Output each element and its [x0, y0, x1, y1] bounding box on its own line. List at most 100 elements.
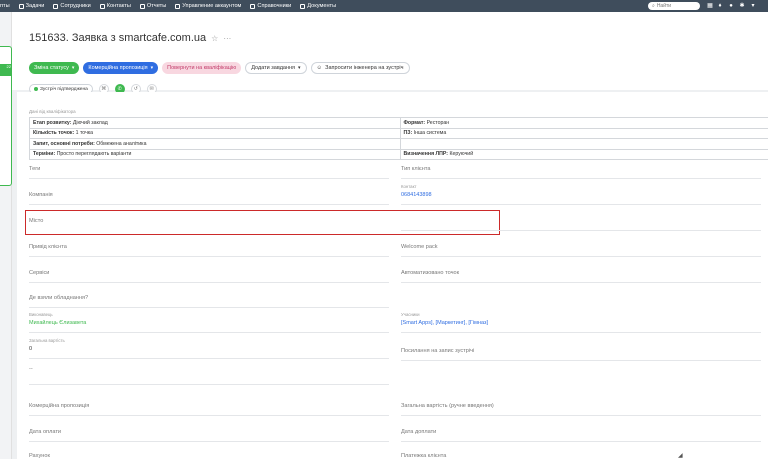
- documents-icon: [300, 3, 306, 9]
- field-label: Welcome pack: [401, 244, 438, 250]
- settings-icon[interactable]: ✱: [739, 3, 745, 9]
- nav-item-reports[interactable]: Отчеты: [139, 3, 167, 9]
- cell-key: Формат:: [403, 119, 426, 126]
- cell-key: ПЗ:: [403, 130, 413, 137]
- return-qualification-button[interactable]: Повернути на кваліфікацію: [162, 62, 242, 74]
- nav-label: Отчеты: [146, 3, 167, 9]
- table-row: Етап розвитку: Діючий заклад Формат: Рес…: [29, 117, 768, 129]
- services-field[interactable]: Сервіси: [29, 270, 49, 276]
- participants-links[interactable]: [Smart Apps], [Маркетинг], [Гімназ]: [401, 320, 488, 326]
- nav-label: Сотрудники: [60, 3, 91, 9]
- extra-field[interactable]: --: [29, 366, 33, 372]
- client-payment-field[interactable]: Платежка клієнта: [401, 453, 446, 459]
- cell-key: Запит, основні потреби:: [33, 140, 95, 147]
- title-row: 151633. Заявка з smartcafe.com.ua ☆ ···: [29, 32, 231, 44]
- divider: [401, 415, 761, 416]
- page-title: 151633. Заявка з smartcafe.com.ua: [29, 32, 207, 44]
- divider: [401, 282, 761, 283]
- divider: [401, 360, 761, 361]
- city-field-highlight: [25, 210, 500, 235]
- table-row: Кількість точок: 1 точка ПЗ: Інша систем…: [29, 127, 768, 139]
- contact-phone-link[interactable]: 0684143898: [401, 192, 432, 198]
- nav-item-account[interactable]: Управление аккаунтом: [175, 3, 241, 9]
- search-input[interactable]: ⌕ Найти: [648, 2, 700, 10]
- employees-icon: [53, 3, 59, 9]
- field-label: Платежка клієнта: [401, 453, 447, 459]
- field-label: Сервіси: [29, 270, 50, 276]
- status-chip-label: Зустріч підтверджена: [40, 86, 88, 92]
- favorite-star-icon[interactable]: ☆: [211, 34, 218, 43]
- equipment-field[interactable]: Де взяли обладнання?: [29, 295, 88, 301]
- nav-label: Справочники: [257, 3, 292, 9]
- total-cost-value: 0: [29, 346, 33, 352]
- commercial-offer-field[interactable]: Комерційна пропозиція: [29, 403, 89, 409]
- more-options-icon[interactable]: ···: [223, 34, 231, 43]
- field-caption: Загальна вартість: [29, 338, 65, 343]
- notifications-icon[interactable]: ♦: [717, 3, 723, 9]
- deal-details-card: Дані від кваліфікатора Етап розвитку: Ді…: [17, 92, 768, 459]
- payment-date-field[interactable]: Дата оплати: [29, 429, 61, 435]
- nav-item-reference[interactable]: Справочники: [250, 3, 291, 9]
- table-cell: Етап розвитку: Діючий заклад: [29, 117, 401, 129]
- cell-value: Просто переглядають варіанти: [56, 151, 132, 158]
- invoice-field[interactable]: Рахунок: [29, 453, 50, 459]
- total-cost-manual-field[interactable]: Загальна вартість (ручне введення): [401, 403, 494, 409]
- chevron-down-icon: ▾: [71, 65, 75, 71]
- client-source-field[interactable]: Привід клієнта: [29, 244, 67, 250]
- invite-engineer-button[interactable]: ☺ Запросити інженера на зустріч: [310, 62, 410, 74]
- field-label: Посилання на запис зустрічі: [401, 348, 475, 354]
- divider: [401, 441, 761, 442]
- total-cost-field[interactable]: Загальна вартість 0: [29, 338, 65, 352]
- welcome-pack-field[interactable]: Welcome pack: [401, 244, 438, 250]
- dropdown-arrow-icon[interactable]: ◢: [678, 452, 683, 459]
- cell-key: Кількість точок:: [33, 130, 75, 137]
- executor-field[interactable]: Виконавець Михайлець Єлизавета: [29, 312, 86, 326]
- automated-points-field[interactable]: Автоматизовано точок: [401, 270, 459, 276]
- field-label: Дата доплати: [401, 429, 437, 435]
- field-label: Де взяли обладнання?: [29, 295, 89, 301]
- button-label: Повернути на кваліфікацію: [167, 65, 237, 71]
- table-row: Терміни: Просто переглядають варіанти Ви…: [29, 148, 768, 160]
- nav-item-tasks[interactable]: Задачи: [18, 3, 44, 9]
- cell-value: Ресторан: [426, 119, 450, 126]
- field-label: Теги: [29, 166, 41, 172]
- nav-label: Управление аккаунтом: [182, 3, 242, 9]
- field-label: Дата оплати: [29, 429, 62, 435]
- change-status-button[interactable]: Зміна статусу ▾: [29, 62, 80, 74]
- divider: [401, 256, 761, 257]
- table-cell: ПЗ: Інша система: [399, 127, 768, 139]
- field-label: --: [29, 366, 33, 372]
- participants-field[interactable]: Учасники [Smart Apps], [Маркетинг], [Гімн…: [401, 312, 488, 326]
- left-panel-badge-count: 22: [6, 64, 11, 69]
- extra-payment-date-field[interactable]: Дата доплати: [401, 429, 436, 435]
- qualification-table: Етап розвитку: Діючий заклад Формат: Рес…: [29, 117, 768, 160]
- add-task-button[interactable]: Додати завдання ▾: [245, 62, 307, 74]
- company-field[interactable]: Компанія: [29, 192, 53, 198]
- contact-field[interactable]: Контакт 0684143898: [401, 184, 432, 198]
- left-panel-badge: 22: [0, 64, 12, 76]
- meeting-link-field[interactable]: Посилання на запис зустрічі: [401, 348, 474, 354]
- top-navigation-bar: пты Задачи Сотрудники Контакты Отчеты Уп…: [0, 0, 768, 12]
- nav-item-contacts[interactable]: Контакты: [99, 3, 131, 9]
- cell-value: 1 точка: [75, 130, 94, 137]
- nav-item-employees[interactable]: Сотрудники: [53, 3, 91, 9]
- user-menu-icon[interactable]: ▾: [750, 3, 756, 9]
- reference-icon: [250, 3, 256, 9]
- contacts-icon: [99, 3, 105, 9]
- nav-item-documents[interactable]: Документы: [300, 3, 336, 9]
- help-icon[interactable]: ●: [728, 3, 734, 9]
- executor-link[interactable]: Михайлець Єлизавета: [29, 320, 86, 326]
- apps-icon[interactable]: ▦: [707, 3, 713, 9]
- client-type-field[interactable]: Тип клієнта: [401, 166, 430, 172]
- table-cell: [399, 138, 768, 150]
- divider: [29, 441, 389, 442]
- action-buttons: Зміна статусу ▾ Комерційна пропозиція ▾ По…: [29, 62, 410, 74]
- button-label: Комерційна пропозиція: [88, 65, 148, 71]
- commercial-offer-button[interactable]: Комерційна пропозиція ▾: [83, 62, 159, 74]
- button-label: Зміна статусу: [34, 65, 69, 71]
- main-menu: пты Задачи Сотрудники Контакты Отчеты Уп…: [0, 3, 336, 9]
- nav-label: Документы: [307, 3, 337, 9]
- tags-field[interactable]: Теги: [29, 166, 40, 172]
- qualification-caption: Дані від кваліфікатора: [29, 109, 76, 114]
- nav-item-dashboard[interactable]: пты: [0, 3, 10, 9]
